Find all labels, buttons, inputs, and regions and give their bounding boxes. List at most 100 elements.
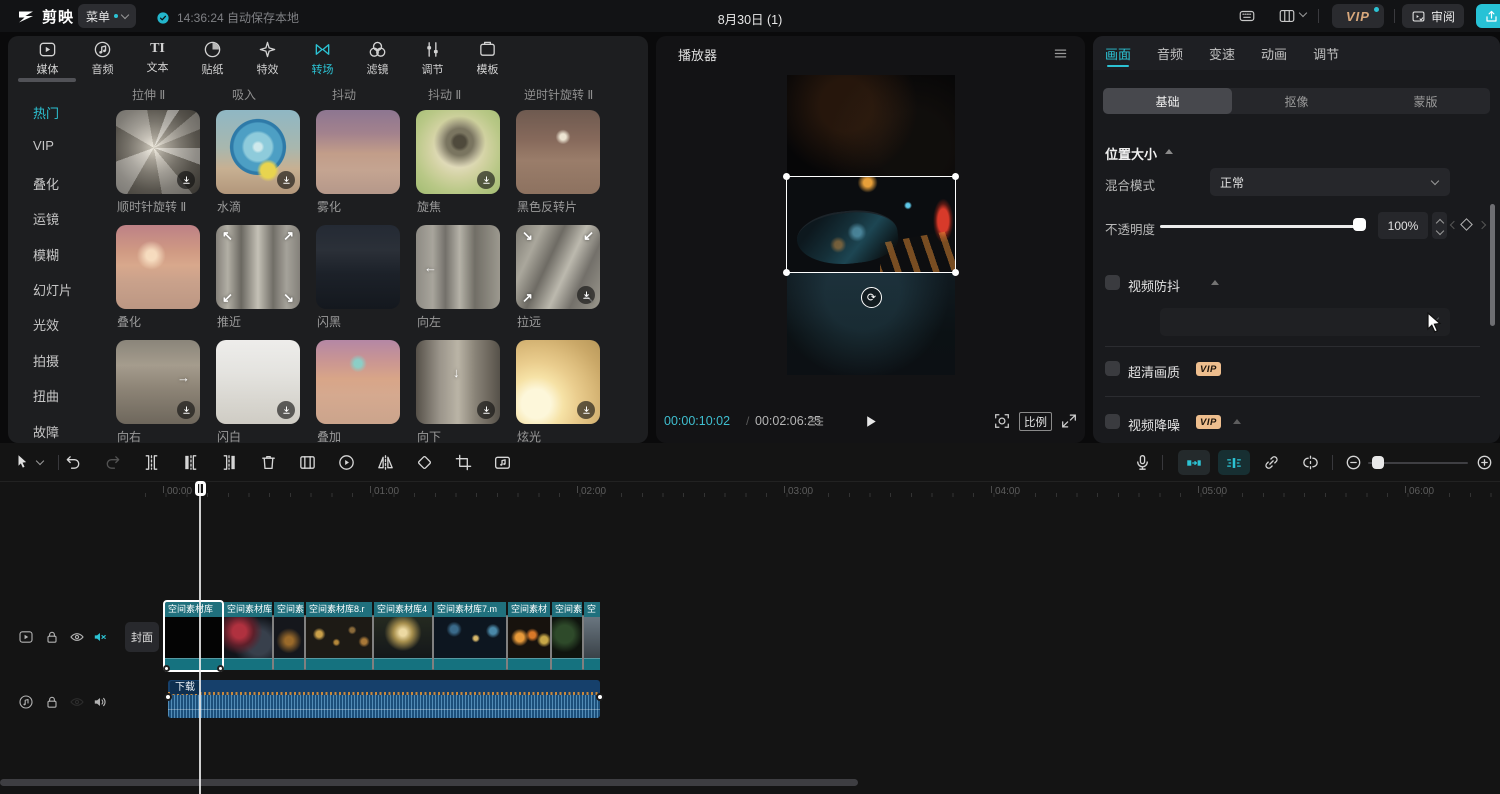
prev-keyframe-icon[interactable] xyxy=(1450,221,1458,229)
inspector-tab[interactable]: 动画 xyxy=(1261,36,1287,70)
opacity-slider-handle[interactable] xyxy=(1353,218,1366,231)
tab-effects[interactable]: 特效 xyxy=(240,36,295,80)
microphone-icon[interactable] xyxy=(1133,453,1152,472)
transition-thumbnail[interactable]: ↖↗↙↘ xyxy=(216,225,300,309)
marks-list-icon[interactable] xyxy=(806,412,826,432)
chevron-down-icon[interactable] xyxy=(1299,9,1307,17)
transition-marker[interactable] xyxy=(304,615,306,670)
transition-marker[interactable] xyxy=(432,615,434,670)
player-menu-icon[interactable] xyxy=(1052,45,1069,62)
playhead-line[interactable] xyxy=(199,483,201,794)
transition-item[interactable]: ↖↗↙↘推近 xyxy=(216,225,308,330)
step-down-icon[interactable] xyxy=(1435,227,1443,235)
lock-icon[interactable] xyxy=(44,629,60,645)
inspector-tab[interactable]: 调节 xyxy=(1313,36,1339,70)
cursor-tool-button[interactable] xyxy=(14,453,43,471)
transition-thumbnail[interactable] xyxy=(216,340,300,424)
eye-icon[interactable] xyxy=(69,694,85,710)
shortcut-keys-icon[interactable] xyxy=(1238,7,1256,25)
vip-button[interactable]: VIP xyxy=(1332,4,1384,28)
review-button[interactable]: 审阅 xyxy=(1402,4,1464,28)
category-item[interactable]: 扭曲 xyxy=(33,386,59,405)
transition-item[interactable]: 水滴 xyxy=(216,110,308,215)
transition-marker[interactable] xyxy=(272,615,274,670)
rotate-handle[interactable]: ⟳ xyxy=(861,287,882,308)
transition-thumbnail[interactable] xyxy=(116,225,200,309)
audio-clip[interactable]: 下载 xyxy=(168,680,600,718)
opacity-slider[interactable] xyxy=(1160,225,1360,228)
video-track-icon[interactable] xyxy=(18,629,34,645)
category-item[interactable]: 叠化 xyxy=(33,174,59,193)
export-button[interactable] xyxy=(1476,4,1500,28)
transition-thumbnail[interactable] xyxy=(516,110,600,194)
tab-adjust[interactable]: 调节 xyxy=(405,36,460,80)
audio-track-icon[interactable] xyxy=(18,694,34,710)
resize-handle[interactable] xyxy=(783,269,790,276)
fullscreen-icon[interactable] xyxy=(1060,412,1078,430)
preview-quality-icon[interactable] xyxy=(993,412,1011,430)
tab-media[interactable]: 媒体 xyxy=(20,36,75,80)
trim-handle[interactable] xyxy=(164,693,172,701)
transition-thumbnail[interactable] xyxy=(216,110,300,194)
eye-icon[interactable] xyxy=(69,629,85,645)
transition-item[interactable]: ↓向下 xyxy=(416,340,508,443)
resize-handle[interactable] xyxy=(783,173,790,180)
denoise-checkbox[interactable] xyxy=(1105,414,1120,429)
trim-handle[interactable] xyxy=(163,665,170,672)
stabilize-level-select[interactable] xyxy=(1160,308,1450,336)
trim-handle[interactable] xyxy=(596,693,604,701)
trim-handle[interactable] xyxy=(217,665,224,672)
trim-left-icon[interactable] xyxy=(181,453,200,472)
zoom-out-icon[interactable] xyxy=(1344,453,1363,472)
horizontal-scrollbar[interactable] xyxy=(0,779,858,786)
video-preview-frame[interactable]: ⟳ xyxy=(787,75,955,375)
collapse-icon[interactable] xyxy=(1211,280,1219,285)
transition-thumbnail[interactable] xyxy=(116,110,200,194)
ripple-delete-toggle[interactable] xyxy=(1178,450,1210,475)
transition-item[interactable]: 雾化 xyxy=(316,110,408,215)
hd-quality-checkbox[interactable] xyxy=(1105,361,1120,376)
transition-item[interactable]: 旋焦 xyxy=(416,110,508,215)
cover-button[interactable]: 封面 xyxy=(125,622,159,652)
inspector-subtab[interactable]: 抠像 xyxy=(1232,88,1361,114)
tab-template[interactable]: 模板 xyxy=(460,36,515,80)
category-item[interactable]: 运镜 xyxy=(33,209,59,228)
inspector-tab[interactable]: 音频 xyxy=(1157,36,1183,70)
timeline-clip[interactable]: 空间素 xyxy=(552,602,582,670)
unlink-icon[interactable] xyxy=(1301,453,1320,472)
inspector-tab[interactable]: 画面 xyxy=(1105,36,1131,70)
resize-handle[interactable] xyxy=(952,173,959,180)
opacity-stepper[interactable] xyxy=(1432,212,1447,239)
transition-item[interactable]: 黑色反转片 xyxy=(516,110,608,215)
timeline-clip[interactable]: 空间素材库8.r xyxy=(306,602,372,670)
timeline-clip[interactable]: 空 xyxy=(584,602,600,670)
tab-text[interactable]: TI文本 xyxy=(130,36,185,80)
timeline-clip[interactable]: 空间素材库7.m xyxy=(434,602,506,670)
split-icon[interactable] xyxy=(142,453,161,472)
inspector-subtab[interactable]: 基础 xyxy=(1103,88,1232,114)
transition-marker[interactable] xyxy=(506,615,508,670)
keyframe-diamond-icon[interactable] xyxy=(1460,218,1473,231)
menu-button[interactable]: 菜单 xyxy=(78,4,136,28)
collapse-icon[interactable] xyxy=(1165,149,1173,154)
tab-filter[interactable]: 滤镜 xyxy=(350,36,405,80)
inspector-subtab[interactable]: 蒙版 xyxy=(1361,88,1490,114)
transition-thumbnail[interactable]: ← xyxy=(416,225,500,309)
category-item[interactable]: 模糊 xyxy=(33,245,59,264)
timeline-clip[interactable]: 空间素材 xyxy=(508,602,550,670)
transition-item[interactable]: 炫光 xyxy=(516,340,608,443)
transition-thumbnail[interactable]: → xyxy=(116,340,200,424)
category-item[interactable]: 光效 xyxy=(33,315,59,334)
transition-marker[interactable] xyxy=(582,615,584,670)
playhead-handle[interactable] xyxy=(195,481,206,496)
transition-marker[interactable] xyxy=(372,615,374,670)
freeze-frame-icon[interactable] xyxy=(298,453,317,472)
scrollbar[interactable] xyxy=(1490,204,1495,326)
blend-mode-select[interactable]: 正常 xyxy=(1210,168,1450,196)
transition-item[interactable]: 闪黑 xyxy=(316,225,408,330)
category-item[interactable]: 拍摄 xyxy=(33,351,59,370)
trim-right-icon[interactable] xyxy=(220,453,239,472)
transition-item[interactable]: →向右 xyxy=(116,340,208,443)
transition-thumbnail[interactable] xyxy=(316,110,400,194)
category-item[interactable]: 幻灯片 xyxy=(33,280,72,299)
